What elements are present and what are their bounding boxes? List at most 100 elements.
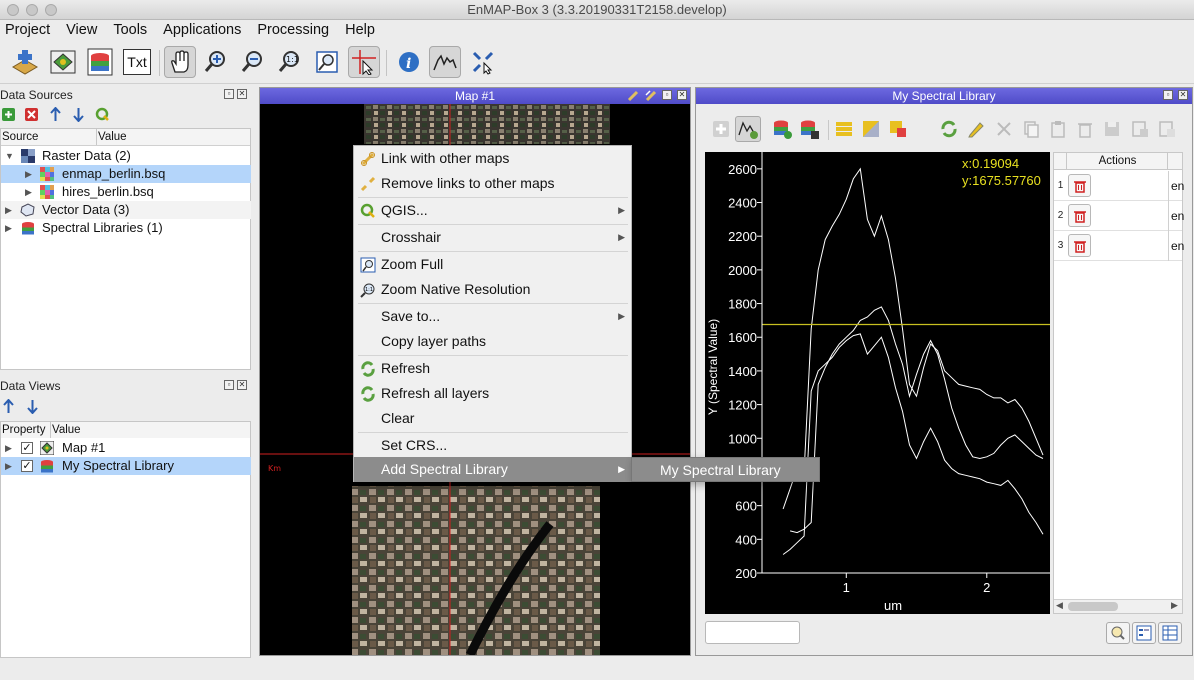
delete-row-button[interactable] bbox=[1068, 174, 1091, 197]
spectrum-line-3[interactable] bbox=[782, 333, 1044, 555]
zoom-native-button[interactable]: 1:1 bbox=[274, 46, 306, 78]
menu-view[interactable]: View bbox=[61, 20, 106, 41]
menu-item-zoom-native[interactable]: 1:1 Zoom Native Resolution bbox=[354, 277, 631, 302]
add-icon[interactable] bbox=[1, 107, 16, 122]
import-speclib-icon[interactable] bbox=[772, 119, 792, 139]
menu-item-add-spectral-library[interactable]: Add Spectral Library ▶ bbox=[354, 457, 631, 482]
menu-item-refresh-all[interactable]: Refresh all layers bbox=[354, 381, 631, 406]
close-window-button[interactable] bbox=[7, 4, 19, 16]
scroll-left-icon[interactable]: ◀ bbox=[1056, 600, 1063, 611]
zoom-full-button[interactable] bbox=[311, 46, 343, 78]
crosshair-select-button[interactable] bbox=[348, 46, 380, 78]
zoom-out-button[interactable] bbox=[237, 46, 269, 78]
menu-item-save-to[interactable]: Save to... ▶ bbox=[354, 304, 631, 329]
close-dock-icon[interactable]: ✕ bbox=[1178, 90, 1188, 100]
expand-arrow-icon[interactable]: ▶ bbox=[5, 201, 12, 219]
spectral-plot[interactable]: 2004006008001000120014001600180020002200… bbox=[705, 152, 1050, 614]
scroll-right-icon[interactable]: ▶ bbox=[1171, 600, 1178, 611]
minimize-window-button[interactable] bbox=[26, 4, 38, 16]
link-scale-icon[interactable] bbox=[644, 89, 658, 103]
menu-applications[interactable]: Applications bbox=[158, 20, 250, 41]
reload-icon[interactable] bbox=[940, 120, 958, 138]
menu-item-zoom-full[interactable]: Zoom Full bbox=[354, 252, 631, 277]
scrollbar-thumb[interactable] bbox=[1068, 602, 1118, 611]
visibility-checkbox[interactable]: ✓ bbox=[21, 442, 33, 454]
menu-project[interactable]: Project bbox=[0, 20, 59, 41]
expand-arrow-icon[interactable]: ▶ bbox=[5, 457, 12, 475]
select-all-icon[interactable] bbox=[835, 120, 853, 138]
column-header-value[interactable]: Value bbox=[51, 422, 250, 438]
copy-icon[interactable] bbox=[1022, 120, 1040, 138]
add-attribute-icon[interactable] bbox=[1131, 120, 1149, 138]
save-edits-icon[interactable] bbox=[1103, 120, 1121, 138]
menu-item-crosshair[interactable]: Crosshair ▶ bbox=[354, 225, 631, 250]
expand-all-icon[interactable] bbox=[71, 107, 86, 122]
table-row[interactable]: 1 en bbox=[1054, 171, 1184, 201]
remove-icon[interactable] bbox=[24, 107, 39, 122]
tree-item-raster-data[interactable]: ▼ Raster Data (2) bbox=[1, 147, 251, 165]
menu-item-clear[interactable]: Clear bbox=[354, 406, 631, 431]
close-dock-icon[interactable]: ✕ bbox=[237, 380, 247, 390]
menu-item-qgis[interactable]: QGIS... ▶ bbox=[354, 198, 631, 223]
add-profiles-auto-button[interactable] bbox=[735, 116, 761, 142]
export-speclib-icon[interactable] bbox=[799, 119, 819, 139]
move-center-button[interactable] bbox=[467, 46, 499, 78]
filter-expression-input[interactable] bbox=[705, 621, 800, 644]
pan-button[interactable] bbox=[164, 46, 196, 78]
menu-item-copy-layer-paths[interactable]: Copy layer paths bbox=[354, 329, 631, 354]
tree-item-vector-data[interactable]: ▶ Vector Data (3) bbox=[1, 201, 251, 219]
tree-item-enmap-berlin[interactable]: ▶ enmap_berlin.bsq bbox=[1, 165, 251, 183]
expand-all-icon[interactable] bbox=[25, 399, 40, 414]
expand-arrow-icon[interactable]: ▶ bbox=[5, 439, 12, 457]
dataview-item-speclib[interactable]: ▶ ✓ My Spectral Library bbox=[1, 457, 251, 475]
menu-item-link-maps[interactable]: Link with other maps bbox=[354, 146, 631, 171]
form-view-button[interactable] bbox=[1132, 622, 1156, 644]
column-header-property[interactable]: Property bbox=[1, 422, 51, 438]
delete-row-button[interactable] bbox=[1068, 234, 1091, 257]
spectral-profile-button[interactable] bbox=[429, 46, 461, 78]
new-map-button[interactable] bbox=[47, 46, 79, 78]
new-textview-button[interactable]: Txt bbox=[121, 46, 153, 78]
cut-icon[interactable] bbox=[995, 120, 1013, 138]
menu-item-refresh[interactable]: Refresh bbox=[354, 356, 631, 381]
qgis-icon[interactable] bbox=[95, 107, 110, 122]
expand-arrow-icon[interactable]: ▶ bbox=[5, 219, 12, 237]
filter-button[interactable] bbox=[1106, 622, 1130, 644]
add-profile-icon[interactable] bbox=[712, 120, 730, 138]
column-header-actions[interactable]: Actions bbox=[1068, 153, 1168, 170]
horizontal-scrollbar[interactable]: ◀ ▶ bbox=[1054, 599, 1182, 613]
float-dock-icon[interactable]: ▫ bbox=[1163, 90, 1173, 100]
float-dock-icon[interactable]: ▫ bbox=[224, 89, 234, 99]
collapse-all-icon[interactable] bbox=[1, 399, 16, 414]
submenu-item-my-spectral-library[interactable]: My Spectral Library bbox=[631, 457, 820, 482]
zoom-window-button[interactable] bbox=[45, 4, 57, 16]
expand-arrow-icon[interactable]: ▶ bbox=[25, 165, 32, 183]
link-maps-icon[interactable] bbox=[626, 89, 640, 103]
paste-icon[interactable] bbox=[1049, 120, 1067, 138]
invert-selection-icon[interactable] bbox=[862, 120, 880, 138]
menu-item-remove-links[interactable]: Remove links to other maps bbox=[354, 171, 631, 196]
delete-row-button[interactable] bbox=[1068, 204, 1091, 227]
zoom-in-button[interactable] bbox=[200, 46, 232, 78]
tree-item-spectral-libraries[interactable]: ▶ Spectral Libraries (1) bbox=[1, 219, 251, 237]
float-dock-icon[interactable]: ▫ bbox=[662, 90, 672, 100]
dataview-item-map[interactable]: ▶ ✓ Map #1 bbox=[1, 439, 251, 457]
close-dock-icon[interactable]: ✕ bbox=[677, 90, 687, 100]
identify-button[interactable]: i bbox=[393, 46, 425, 78]
menu-help[interactable]: Help bbox=[340, 20, 384, 41]
new-speclib-button[interactable] bbox=[84, 46, 116, 78]
toggle-editing-icon[interactable] bbox=[967, 120, 985, 138]
table-row[interactable]: 2 en bbox=[1054, 201, 1184, 231]
table-view-button[interactable] bbox=[1158, 622, 1182, 644]
collapse-arrow-icon[interactable]: ▼ bbox=[5, 147, 14, 165]
spectrum-line-1[interactable] bbox=[782, 167, 1044, 510]
float-dock-icon[interactable]: ▫ bbox=[224, 380, 234, 390]
menu-item-set-crs[interactable]: Set CRS... bbox=[354, 433, 631, 458]
column-header-source[interactable]: Source bbox=[1, 129, 97, 145]
menu-processing[interactable]: Processing bbox=[252, 20, 338, 41]
deselect-all-icon[interactable] bbox=[889, 120, 907, 138]
collapse-all-icon[interactable] bbox=[48, 107, 63, 122]
delete-selected-icon[interactable] bbox=[1076, 120, 1094, 138]
add-datasource-button[interactable] bbox=[9, 46, 41, 78]
expand-arrow-icon[interactable]: ▶ bbox=[25, 183, 32, 201]
